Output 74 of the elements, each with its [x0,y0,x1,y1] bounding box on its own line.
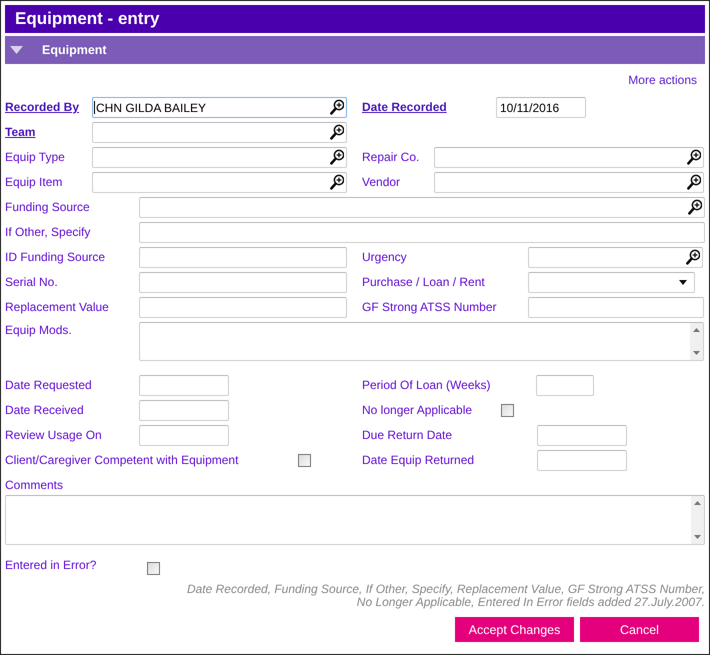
field-label: Serial No. [5,275,59,290]
input-field[interactable] [537,425,627,446]
field-label: Date Equip Returned [362,453,476,468]
text-area[interactable] [139,322,704,361]
more-actions-link[interactable]: More actions [628,73,697,88]
text-cursor [94,101,95,114]
field-label: Due Return Date [362,428,454,443]
caret-icon[interactable] [679,280,687,285]
field-label: No longer Applicable [362,403,474,418]
lookup-field[interactable] [434,172,704,193]
field-label: Client/Caregiver Competent with Equipment [5,453,240,468]
field-link[interactable]: Date Recorded [362,100,496,115]
field-label: Comments [5,478,64,493]
lookup-field[interactable] [92,122,347,143]
field-label: Vendor [362,175,402,190]
input-field[interactable] [139,272,347,293]
magnifier-icon[interactable] [330,174,344,190]
field-label: Entered in Error? [5,558,98,573]
lookup-field[interactable] [92,172,347,193]
scroll-down-icon[interactable] [693,351,700,355]
input-field[interactable] [139,297,347,318]
field-label: ID Funding Source [5,250,106,265]
accept-button[interactable]: Accept Changes [455,617,574,642]
magnifier-icon[interactable] [688,199,702,215]
magnifier-icon[interactable] [330,149,344,165]
field-label: GF Strong ATSS Number [362,300,498,315]
scrollbar[interactable] [690,323,703,360]
input-field[interactable] [536,375,594,396]
input-field[interactable] [139,375,229,396]
input-field[interactable] [139,400,229,421]
text-area[interactable] [5,495,705,545]
cancel-button[interactable]: Cancel [580,617,699,642]
field-link[interactable]: Recorded By [5,100,92,115]
collapse-triangle-icon[interactable] [10,46,23,54]
field-label: Urgency [362,250,408,265]
lookup-field[interactable] [92,147,347,168]
section-header[interactable]: Equipment [5,36,705,64]
checkbox[interactable] [501,404,514,417]
input-field[interactable] [139,222,705,243]
magnifier-icon[interactable] [687,174,701,190]
field-label: Date Received [5,403,85,418]
field-label: If Other, Specify [5,225,92,240]
scroll-down-icon[interactable] [694,535,701,539]
lookup-field[interactable] [434,147,704,168]
field-label: Period Of Loan (Weeks) [362,378,492,393]
field-label: Equip Type [5,150,66,165]
magnifier-icon[interactable] [330,99,344,115]
magnifier-icon[interactable] [330,124,344,140]
field-label: Equip Item [5,175,64,190]
input-field[interactable] [528,297,704,318]
input-field[interactable] [139,425,229,446]
magnifier-icon[interactable] [686,249,700,265]
scrollbar[interactable] [691,496,704,544]
field-link[interactable]: Team [5,125,92,140]
checkbox[interactable] [298,454,311,467]
input-field[interactable]: 10/11/2016 [496,97,586,118]
field-label: Funding Source [5,200,91,215]
checkbox[interactable] [147,562,160,575]
lookup-field[interactable] [139,197,705,218]
field-label: Replacement Value [5,300,110,315]
magnifier-icon[interactable] [687,149,701,165]
scroll-up-icon[interactable] [694,501,701,505]
field-label: Repair Co. [362,150,420,165]
field-label: Equip Mods. [5,322,73,338]
lookup-field[interactable] [528,247,703,268]
lookup-field[interactable]: CHN GILDA BAILEY [92,97,347,118]
field-label: Date Requested [5,378,93,393]
scroll-up-icon[interactable] [693,328,700,332]
field-label: Review Usage On [5,428,103,443]
input-field[interactable] [139,247,347,268]
field-label: Purchase / Loan / Rent [362,275,486,290]
input-field[interactable] [537,450,627,471]
info-note: Date Recorded, Funding Source, If Other, Specify, Replacement Value, GF Strong ATSS Number, No Longer Applicable, Entered In Error fields added 27.July.2007. [186,583,705,609]
window-title: Equipment - entry [15,9,160,29]
